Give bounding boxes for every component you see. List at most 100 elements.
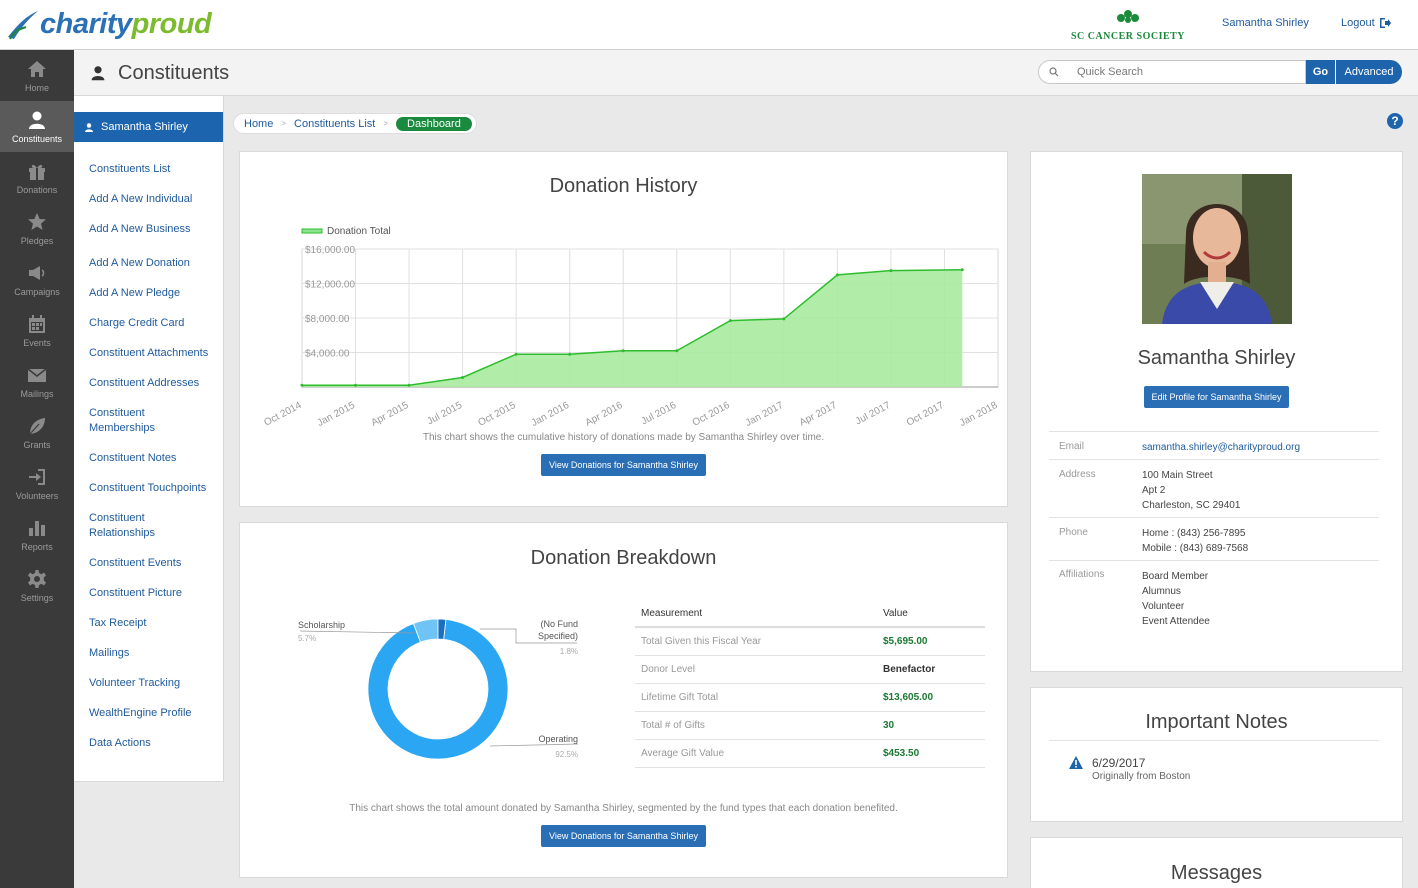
nav-label: Campaigns: [14, 286, 60, 297]
data-point: [621, 349, 625, 353]
constituent-subnav: Samantha Shirley Constituents List Add A…: [74, 96, 224, 782]
nav-mailings[interactable]: Mailings: [0, 356, 74, 407]
advanced-search-button[interactable]: Advanced: [1336, 60, 1402, 84]
subnav-link-memberships[interactable]: Constituent Memberships: [89, 406, 179, 436]
gift-icon: [29, 164, 45, 180]
subnav-link-data-actions[interactable]: Data Actions: [89, 736, 219, 751]
phone-value: Home : (843) 256-7895 Mobile : (843) 689…: [1142, 526, 1248, 556]
view-donations-button[interactable]: View Donations for Samantha Shirley: [541, 454, 706, 476]
subnav-link-events[interactable]: Constituent Events: [89, 556, 219, 571]
x-tick-label: Jul 2015: [425, 400, 464, 428]
note-date: 6/29/2017: [1092, 756, 1146, 770]
nav-volunteers[interactable]: Volunteers: [0, 458, 74, 509]
donation-breakdown-chart: Scholarship 5.7% (No Fund Specified) 1.8…: [298, 618, 579, 760]
bar-chart-icon: [29, 520, 45, 536]
address-row: Address 100 Main Street Apt 2 Charleston…: [1049, 459, 1379, 517]
subnav-link-add-business[interactable]: Add A New Business: [89, 222, 219, 237]
breadcrumb: Home > Constituents List > Dashboard: [233, 113, 477, 134]
legend-label: Donation Total: [327, 226, 391, 237]
subnav-link-mailings[interactable]: Mailings: [89, 646, 219, 661]
person-icon: [85, 122, 93, 132]
nav-label: Constituents: [11, 133, 63, 144]
nav-label: Volunteers: [15, 490, 59, 501]
breadcrumb-constituents-list[interactable]: Constituents List: [294, 118, 375, 130]
data-point: [461, 376, 465, 379]
breadcrumb-home[interactable]: Home: [244, 118, 273, 130]
page-header: Constituents Quick Search Go Advanced: [74, 50, 1418, 96]
subnav-link-addresses[interactable]: Constituent Addresses: [89, 376, 219, 391]
subnav-header[interactable]: Samantha Shirley: [74, 112, 223, 142]
measure-label: Average Gift Value: [635, 739, 877, 768]
subnav-link-notes[interactable]: Constituent Notes: [89, 451, 219, 466]
nav-reports[interactable]: Reports: [0, 509, 74, 560]
go-button[interactable]: Go: [1306, 60, 1335, 84]
search-placeholder: Quick Search: [1077, 66, 1144, 78]
note-text: Originally from Boston: [1092, 771, 1191, 782]
pie-slice-operating[interactable]: [367, 619, 509, 760]
leaf-icon: [29, 417, 45, 434]
affiliation-item: Board Member: [1142, 571, 1209, 582]
affiliations-label: Affiliations: [1059, 569, 1105, 580]
edit-profile-button[interactable]: Edit Profile for Samantha Shirley: [1144, 386, 1289, 408]
header-user-link[interactable]: Samantha Shirley: [1222, 17, 1309, 29]
notes-divider: [1049, 740, 1379, 741]
measure-label: Lifetime Gift Total: [635, 683, 877, 712]
logout-link[interactable]: Logout: [1341, 17, 1391, 29]
charityproud-logo[interactable]: charityproud: [6, 6, 212, 42]
logout-label: Logout: [1341, 17, 1375, 29]
nav-events[interactable]: Events: [0, 305, 74, 356]
subnav-link-volunteer-tracking[interactable]: Volunteer Tracking: [89, 676, 219, 691]
subnav-link-attachments[interactable]: Constituent Attachments: [89, 346, 219, 361]
main-nav: Home Constituents Donations Pledges Camp…: [0, 50, 74, 888]
donation-measures-table: Measurement Value Total Given this Fisca…: [635, 600, 985, 768]
subnav-link-add-donation[interactable]: Add A New Donation: [89, 256, 219, 271]
email-label: Email: [1059, 441, 1085, 452]
subnav-link-relationships[interactable]: Constituent Relationships: [89, 511, 179, 541]
subnav-link-tax-receipt[interactable]: Tax Receipt: [89, 616, 219, 631]
x-tick-label: Oct 2015: [477, 400, 518, 429]
nav-grants[interactable]: Grants: [0, 407, 74, 458]
series-area-donation-total: [302, 269, 963, 387]
x-tick-label: Apr 2015: [369, 400, 410, 429]
donation-history-note: This chart shows the cumulative history …: [422, 432, 825, 443]
subnav-link-picture[interactable]: Constituent Picture: [89, 586, 219, 601]
address-value: 100 Main Street Apt 2 Charleston, SC 294…: [1142, 468, 1240, 513]
address-label: Address: [1059, 469, 1096, 480]
data-point: [960, 268, 964, 272]
phone-row: Phone Home : (843) 256-7895 Mobile : (84…: [1049, 517, 1379, 560]
x-tick-label: Oct 2014: [262, 400, 303, 429]
nav-home[interactable]: Home: [0, 50, 74, 101]
nav-pledges[interactable]: Pledges: [0, 203, 74, 254]
address-line: Charleston, SC 29401: [1142, 500, 1241, 511]
nav-settings[interactable]: Settings: [0, 560, 74, 611]
data-point: [300, 383, 304, 387]
subnav-link-add-pledge[interactable]: Add A New Pledge: [89, 286, 219, 301]
subnav-link-wealthengine[interactable]: WealthEngine Profile: [89, 706, 219, 721]
help-icon[interactable]: ?: [1387, 113, 1403, 129]
nav-label: Settings: [20, 592, 54, 603]
subnav-link-charge-card[interactable]: Charge Credit Card: [89, 316, 219, 331]
subnav-link-constituents-list[interactable]: Constituents List: [89, 162, 219, 177]
nav-campaigns[interactable]: Campaigns: [0, 254, 74, 305]
donation-history-title: Donation History: [549, 175, 698, 197]
data-point: [835, 273, 839, 277]
measure-value: Benefactor: [877, 655, 985, 684]
profile-panel: Samantha Shirley Edit Profile for Samant…: [1030, 151, 1403, 672]
donation-breakdown-note: This chart shows the total amount donate…: [349, 803, 898, 814]
email-link[interactable]: samantha.shirley@charityproud.org: [1142, 440, 1300, 455]
important-notes-panel: Important Notes 6/29/2017 Originally fro…: [1030, 687, 1403, 822]
top-header: charityproud SC CANCER SOCIETY Samantha …: [0, 0, 1418, 50]
quick-search-input[interactable]: Quick Search: [1038, 60, 1306, 84]
subnav-link-touchpoints[interactable]: Constituent Touchpoints: [89, 481, 219, 496]
data-point: [728, 319, 732, 323]
nav-constituents[interactable]: Constituents: [0, 101, 74, 152]
x-tick-label: Jul 2016: [640, 400, 679, 428]
gear-icon: [28, 569, 46, 588]
table-row: Total Given this Fiscal Year $5,695.00: [635, 627, 985, 656]
profile-photo[interactable]: [1142, 174, 1292, 324]
view-donations-breakdown-button[interactable]: View Donations for Samantha Shirley: [541, 825, 706, 847]
subnav-link-add-individual[interactable]: Add A New Individual: [89, 192, 219, 207]
org-logo: SC CANCER SOCIETY: [1066, 8, 1190, 42]
nav-donations[interactable]: Donations: [0, 152, 74, 203]
envelope-icon: [27, 367, 47, 382]
